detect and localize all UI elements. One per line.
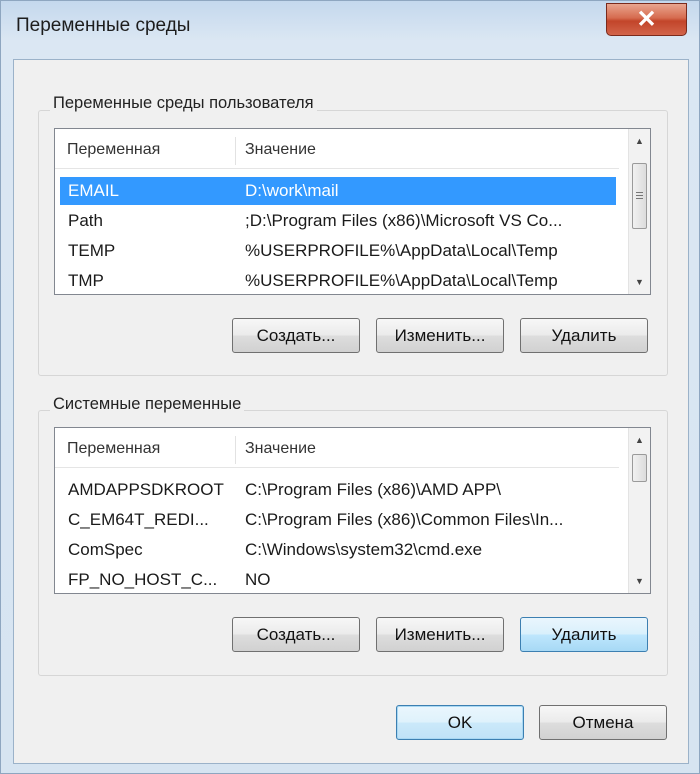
system-vars-scrollbar[interactable]: ▲ ▼ [628, 428, 650, 593]
user-var-name: Path [68, 211, 103, 230]
user-var-name: TMP [68, 271, 104, 290]
close-icon: ✕ [636, 6, 657, 33]
column-separator[interactable] [235, 436, 236, 464]
user-var-name: EMAIL [68, 181, 120, 200]
user-vars-list-header: Переменная Значение [55, 129, 619, 169]
user-create-label: Создать... [256, 325, 336, 345]
system-var-row[interactable]: AMDAPPSDKROOT C:\Program Files (x86)\AMD… [60, 476, 616, 504]
column-header-value[interactable]: Значение [245, 141, 316, 159]
system-var-row[interactable]: C_EM64T_REDI... C:\Program Files (x86)\C… [60, 506, 616, 534]
scroll-thumb[interactable] [632, 163, 647, 229]
scroll-up-icon[interactable]: ▲ [629, 131, 650, 151]
user-var-row-path[interactable]: Path ;D:\Program Files (x86)\Microsoft V… [60, 207, 616, 235]
system-edit-button[interactable]: Изменить... [376, 617, 504, 652]
user-delete-button[interactable]: Удалить [520, 318, 648, 353]
scroll-up-icon[interactable]: ▲ [629, 430, 650, 450]
user-create-button[interactable]: Создать... [232, 318, 360, 353]
scroll-down-icon[interactable]: ▼ [629, 571, 650, 591]
system-create-label: Создать... [256, 624, 336, 644]
ok-label: OK [447, 712, 473, 732]
user-vars-group-label: Переменные среды пользователя [50, 94, 317, 113]
close-button[interactable]: ✕ [606, 3, 687, 36]
column-separator[interactable] [235, 137, 236, 165]
user-vars-scrollbar[interactable]: ▲ ▼ [628, 129, 650, 294]
system-var-value: NO [245, 570, 271, 589]
user-var-row-temp[interactable]: TEMP %USERPROFILE%\AppData\Local\Temp [60, 237, 616, 265]
system-var-name: C_EM64T_REDI... [68, 510, 209, 529]
dialog-window: Переменные среды ✕ Переменные среды поль… [0, 0, 700, 774]
system-vars-list-header: Переменная Значение [55, 428, 619, 468]
system-edit-label: Изменить... [394, 624, 486, 644]
system-vars-group-label: Системные переменные [50, 395, 245, 414]
cancel-label: Отмена [572, 712, 634, 732]
user-var-value: ;D:\Program Files (x86)\Microsoft VS Co.… [245, 211, 563, 230]
user-vars-list[interactable]: Переменная Значение EMAIL D:\work\mail P… [54, 128, 651, 295]
user-var-value: %USERPROFILE%\AppData\Local\Temp [245, 241, 558, 260]
user-delete-label: Удалить [551, 325, 617, 345]
column-header-variable[interactable]: Переменная [67, 141, 160, 159]
user-edit-label: Изменить... [394, 325, 486, 345]
user-var-name: TEMP [68, 241, 116, 260]
ok-button[interactable]: OK [396, 705, 524, 740]
user-var-value: %USERPROFILE%\AppData\Local\Temp [245, 271, 558, 290]
scroll-thumb[interactable] [632, 454, 647, 482]
system-vars-list[interactable]: Переменная Значение AMDAPPSDKROOT C:\Pro… [54, 427, 651, 594]
column-header-variable[interactable]: Переменная [67, 440, 160, 458]
system-delete-label: Удалить [551, 624, 617, 644]
user-edit-button[interactable]: Изменить... [376, 318, 504, 353]
system-var-value: C:\Program Files (x86)\Common Files\In..… [245, 510, 564, 529]
window-title: Переменные среды [16, 15, 191, 36]
system-var-name: FP_NO_HOST_C... [68, 570, 218, 589]
column-header-value[interactable]: Значение [245, 440, 316, 458]
system-var-row[interactable]: ComSpec C:\Windows\system32\cmd.exe [60, 536, 616, 564]
system-var-name: ComSpec [68, 540, 143, 559]
system-var-value: C:\Windows\system32\cmd.exe [245, 540, 483, 559]
scroll-down-icon[interactable]: ▼ [629, 272, 650, 292]
cancel-button[interactable]: Отмена [539, 705, 667, 740]
user-var-value: D:\work\mail [245, 181, 339, 200]
system-var-row[interactable]: FP_NO_HOST_C... NO [60, 566, 616, 594]
user-var-row-tmp[interactable]: TMP %USERPROFILE%\AppData\Local\Temp [60, 267, 616, 295]
system-create-button[interactable]: Создать... [232, 617, 360, 652]
user-var-row-email[interactable]: EMAIL D:\work\mail [60, 177, 616, 205]
system-delete-button[interactable]: Удалить [520, 617, 648, 652]
system-var-value: C:\Program Files (x86)\AMD APP\ [245, 480, 502, 499]
dialog-client-area: Переменные среды пользователя Переменная… [13, 59, 689, 764]
system-var-name: AMDAPPSDKROOT [68, 480, 224, 499]
